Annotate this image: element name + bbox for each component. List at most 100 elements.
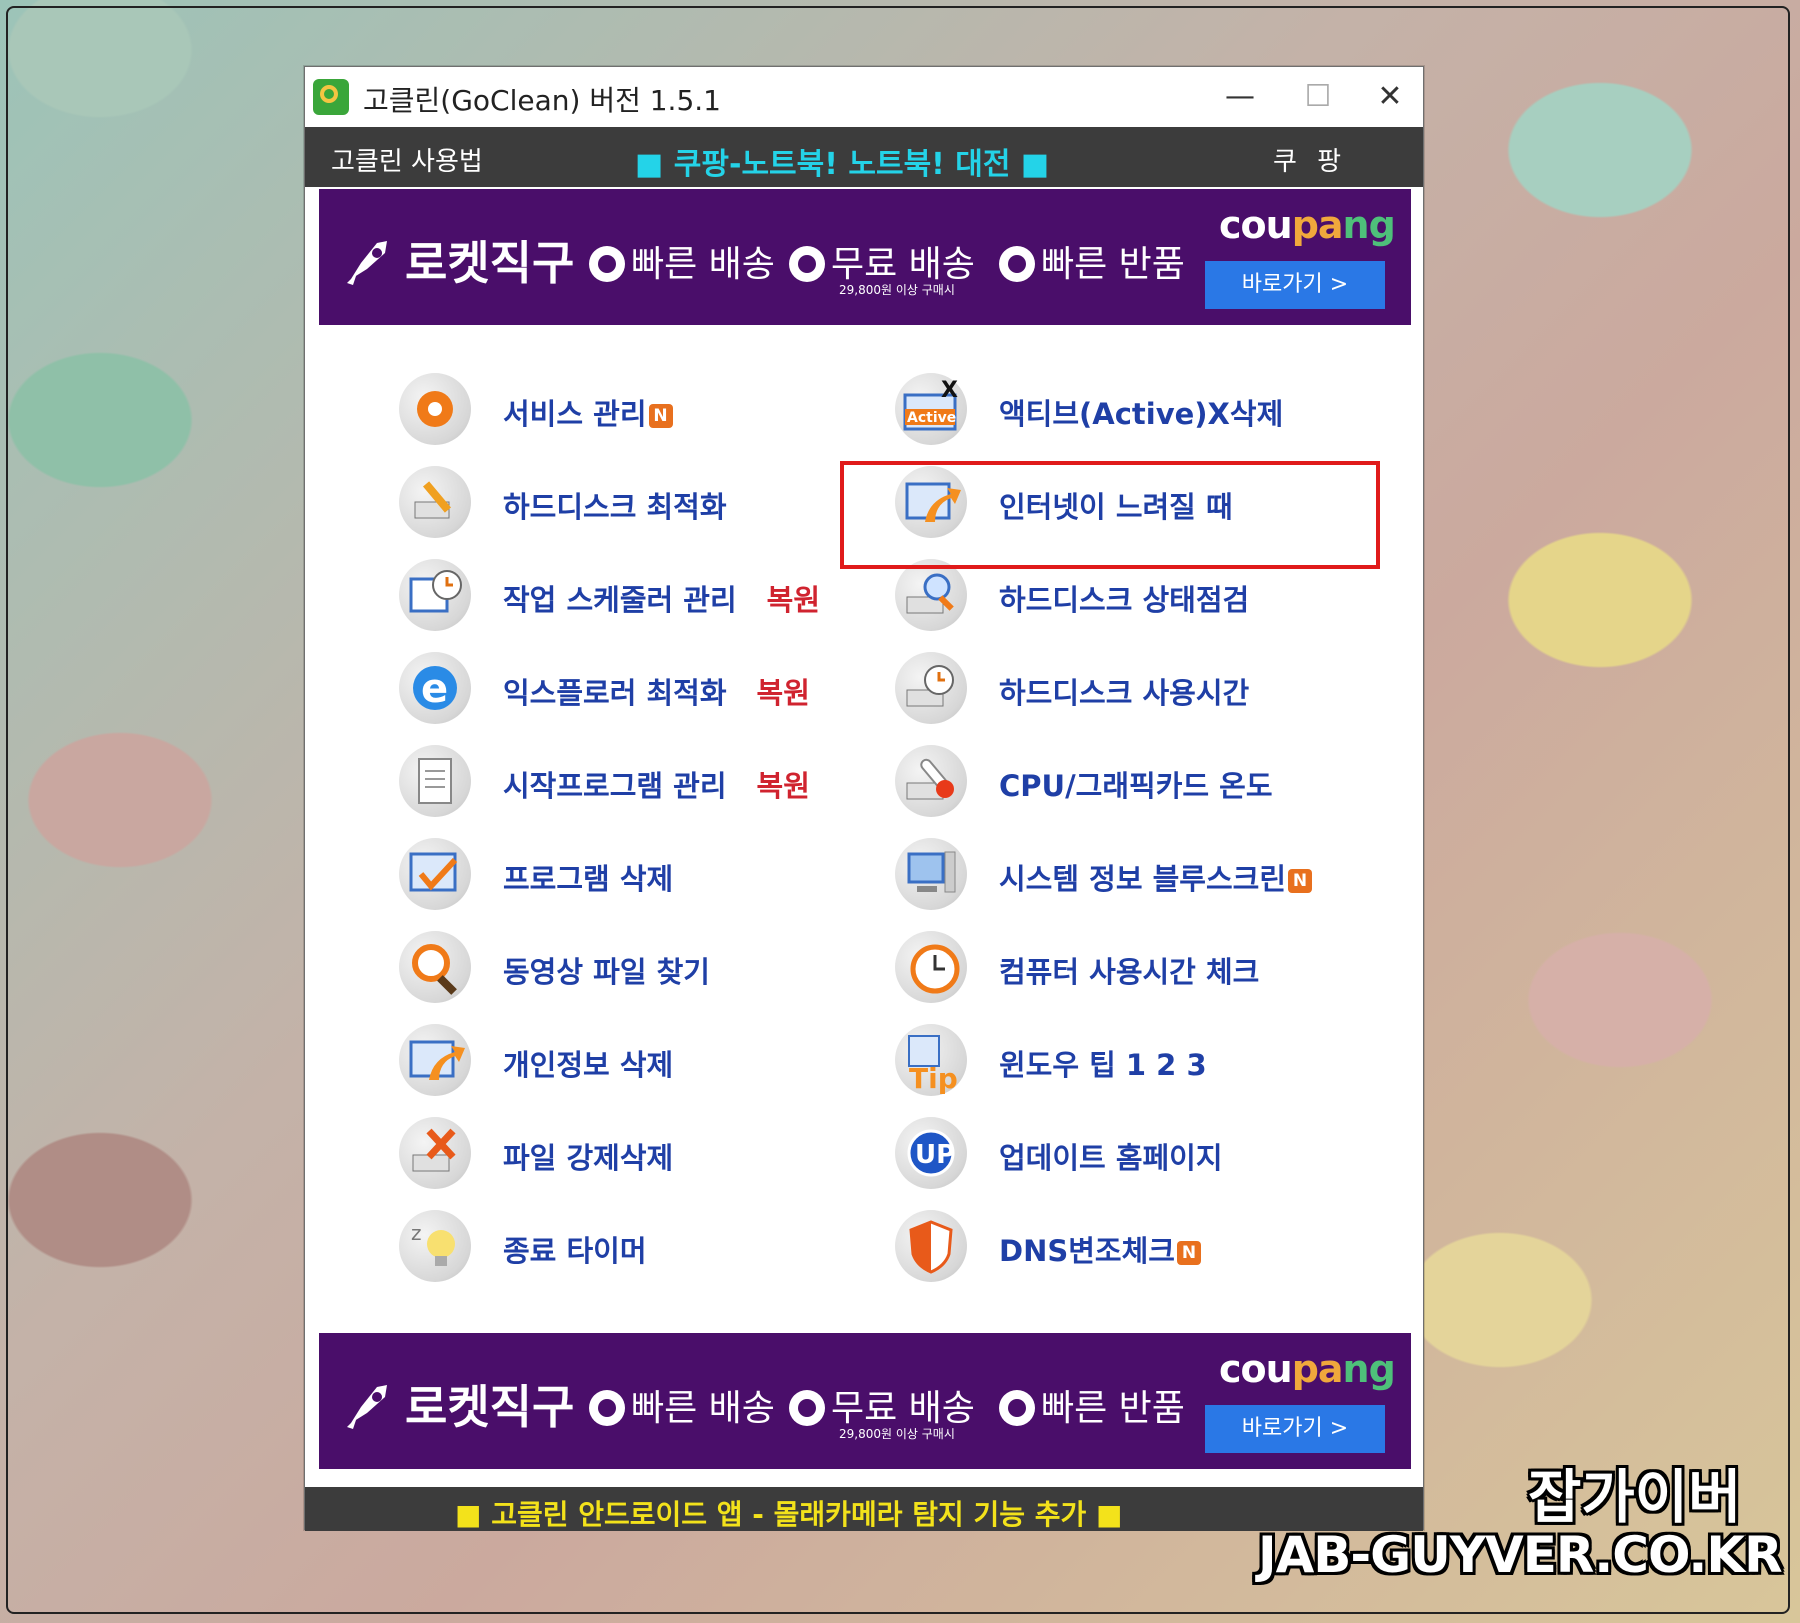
window-title: 고클린(GoClean) 버전 1.5.1 [363, 84, 721, 117]
return-icon [999, 1390, 1035, 1426]
left-item-label: 프로그램 삭제 [503, 862, 674, 896]
banner-goto-button[interactable]: 바로가기 > [1205, 261, 1385, 309]
left-item-7[interactable]: 동영상 파일 찾기 [399, 927, 839, 1007]
banner-feature-fast-return: 빠른 반품 [999, 1379, 1185, 1431]
right-item-6[interactable]: 시스템 정보 블루스크린 N [895, 834, 1335, 914]
left-item-label: 작업 스케줄러 관리 복원 [503, 583, 821, 617]
banner-subnote: 29,800원 이상 구매시 [839, 1427, 955, 1441]
wrench-disk-icon [399, 466, 471, 538]
right-item-label: 윈도우 팁 1 2 3 [999, 1048, 1207, 1082]
banner-title: 로켓직구 [405, 1380, 575, 1434]
right-item-label: 액티브(Active)X삭제 [999, 397, 1284, 431]
right-item-label: CPU/그래픽카드 온도 [999, 769, 1273, 803]
left-item-2[interactable]: 하드디스크 최적화 [399, 462, 839, 542]
new-badge: N [1288, 869, 1312, 893]
maximize-button[interactable]: ☐ [1283, 67, 1353, 127]
left-item-label: 익스플로러 최적화 복원 [503, 676, 810, 710]
sleep-bulb-icon: z [399, 1210, 471, 1282]
left-item-label: 개인정보 삭제 [503, 1048, 674, 1082]
disk-search-icon [895, 559, 967, 631]
ad-banner-top[interactable]: 로켓직구 빠른 배송 무료 배송 29,800원 이상 구매시 빠른 반품 co… [319, 189, 1411, 325]
banner-feature-free-shipping: 무료 배송 [789, 1379, 975, 1431]
left-item-8[interactable]: 개인정보 삭제 [399, 1020, 839, 1100]
usage-guide-link[interactable]: 고클린 사용법 [331, 141, 483, 178]
title-bar[interactable]: 고클린(GoClean) 버전 1.5.1 — ☐ ✕ [305, 67, 1423, 127]
watermark-url: JAB-GUYVER.CO.KR [1258, 1526, 1783, 1584]
left-item-label: 서비스 관리 N [503, 391, 673, 433]
svg-text:X: X [941, 378, 958, 403]
coupang-logo: coupang [1219, 1347, 1396, 1391]
left-item-label: 파일 강제삭제 [503, 1141, 674, 1175]
banner-goto-button[interactable]: 바로가기 > [1205, 1405, 1385, 1453]
banner-feature-free-shipping: 무료 배송 [789, 235, 975, 287]
activex-icon: Active X [895, 373, 967, 445]
document-icon [399, 745, 471, 817]
new-badge: N [648, 404, 673, 428]
right-item-7[interactable]: 컴퓨터 사용시간 체크 [895, 927, 1335, 1007]
bottom-promo-bar[interactable]: ■ 고클린 안드로이드 앱 - 몰래카메라 탐지 기능 추가 ■ [305, 1487, 1423, 1531]
rocket-icon [347, 241, 387, 285]
right-item-label: 하드디스크 사용시간 [999, 676, 1250, 710]
truck-icon [789, 1390, 825, 1426]
close-button[interactable]: ✕ [1355, 67, 1425, 127]
delete-x-icon [399, 1117, 471, 1189]
disk-clock-icon [895, 652, 967, 724]
right-item-label: 시스템 정보 블루스크린 N [999, 856, 1312, 898]
checklist-icon [399, 838, 471, 910]
banner-title: 로켓직구 [405, 236, 575, 290]
coupang-link[interactable]: 쿠 팡 [1273, 141, 1347, 178]
ad-banner-bottom[interactable]: 로켓직구 빠른 배송 무료 배송 29,800원 이상 구매시 빠른 반품 co… [319, 1333, 1411, 1469]
shield-icon [895, 1210, 967, 1282]
right-item-4[interactable]: 하드디스크 사용시간 [895, 648, 1335, 728]
window-arrow-icon [399, 1024, 471, 1096]
bottom-promo-text: ■ 고클린 안드로이드 앱 - 몰래카메라 탐지 기능 추가 ■ [455, 1498, 1123, 1531]
highlight-box [840, 461, 1380, 569]
svg-text:e: e [421, 666, 448, 712]
left-item-1[interactable]: 서비스 관리 N [399, 369, 839, 449]
banner-feature-fast-shipping: 빠른 배송 [589, 1379, 775, 1431]
right-item-10[interactable]: DNS변조체크 N [895, 1206, 1335, 1286]
restore-link[interactable]: 복원 [767, 583, 820, 617]
coupang-logo: coupang [1219, 203, 1396, 247]
svg-text:Active: Active [907, 410, 956, 426]
gear-icon [399, 373, 471, 445]
globe-icon [589, 246, 625, 282]
right-item-1[interactable]: Active X 액티브(Active)X삭제 [895, 369, 1335, 449]
left-item-5[interactable]: 시작프로그램 관리 복원 [399, 741, 839, 821]
promo-link[interactable]: ■ 쿠팡-노트북! 노트북! 대전 ■ [635, 139, 1049, 183]
thermometer-icon [895, 745, 967, 817]
left-item-label: 시작프로그램 관리 복원 [503, 769, 810, 803]
goclean-window: 고클린(GoClean) 버전 1.5.1 — ☐ ✕ 고클린 사용법 ■ 쿠팡… [304, 66, 1424, 1531]
new-badge: N [1176, 1241, 1201, 1265]
left-item-9[interactable]: 파일 강제삭제 [399, 1113, 839, 1193]
restore-link[interactable]: 복원 [757, 769, 810, 803]
left-item-4[interactable]: e 익스플로러 최적화 복원 [399, 648, 839, 728]
left-item-label: 하드디스크 최적화 [503, 490, 727, 524]
restore-link[interactable]: 복원 [757, 676, 810, 710]
right-item-label: DNS변조체크 N [999, 1228, 1201, 1270]
watermark-title: 잡가이버 [1528, 1463, 1742, 1531]
left-item-label: 종료 타이머 [503, 1234, 647, 1268]
left-item-10[interactable]: z 종료 타이머 [399, 1206, 839, 1286]
minimize-button[interactable]: — [1205, 67, 1275, 127]
ie-icon: e [399, 652, 471, 724]
rocket-icon [347, 1385, 387, 1429]
left-item-3[interactable]: 작업 스케줄러 관리 복원 [399, 555, 839, 635]
magnifier-icon [399, 931, 471, 1003]
computer-icon [895, 838, 967, 910]
globe-icon [589, 1390, 625, 1426]
tip-icon: Tip [895, 1024, 967, 1096]
right-item-5[interactable]: CPU/그래픽카드 온도 [895, 741, 1335, 821]
menu-bar: 고클린 사용법 ■ 쿠팡-노트북! 노트북! 대전 ■ 쿠 팡 [305, 127, 1423, 187]
right-item-9[interactable]: UP 업데이트 홈페이지 [895, 1113, 1335, 1193]
right-item-label: 업데이트 홈페이지 [999, 1141, 1223, 1175]
banner-feature-fast-return: 빠른 반품 [999, 235, 1185, 287]
update-icon: UP [895, 1117, 967, 1189]
left-item-label: 동영상 파일 찾기 [503, 955, 710, 989]
right-item-8[interactable]: Tip 윈도우 팁 1 2 3 [895, 1020, 1335, 1100]
scheduler-clock-icon [399, 559, 471, 631]
right-item-label: 하드디스크 상태점검 [999, 583, 1250, 617]
svg-text:z: z [411, 1221, 422, 1245]
left-item-6[interactable]: 프로그램 삭제 [399, 834, 839, 914]
svg-text:Tip: Tip [909, 1062, 958, 1095]
